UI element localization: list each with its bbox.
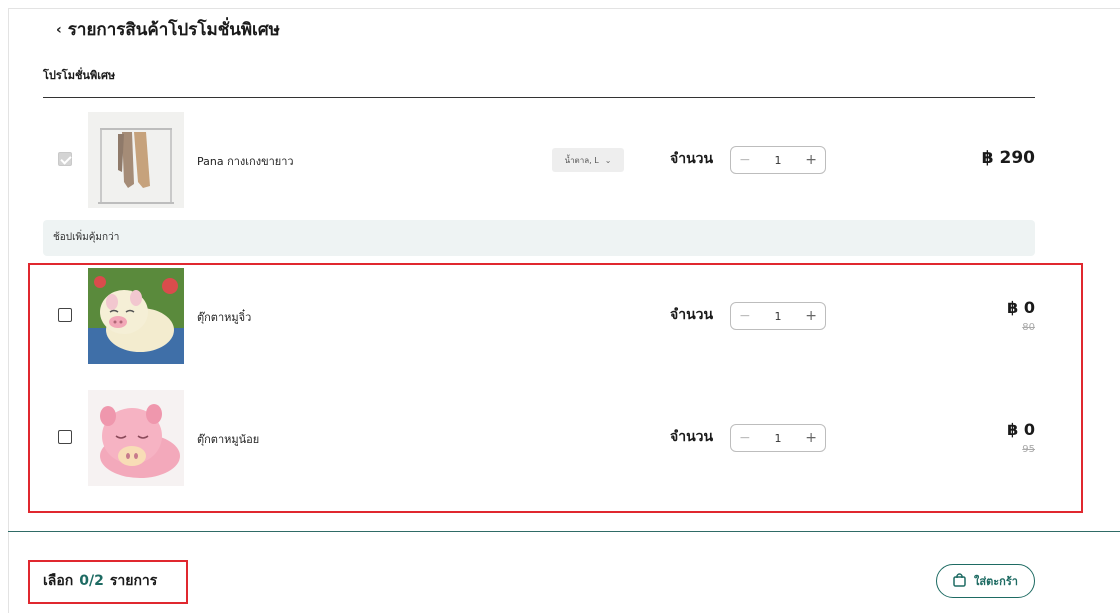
promo-item-original-price: 80 — [1022, 322, 1035, 333]
decrease-button[interactable]: − — [739, 152, 751, 168]
back-button[interactable]: ‹ รายการสินค้าโปรโมชั่นพิเศษ — [56, 16, 280, 43]
frame-left-border — [8, 8, 9, 613]
selected-count: 0/2 — [79, 573, 104, 589]
quantity-label: จำนวน — [670, 307, 714, 323]
footer-divider — [8, 531, 1120, 532]
chevron-left-icon: ‹ — [56, 21, 62, 38]
quantity-stepper: − 1 + — [730, 302, 826, 330]
quantity-stepper: − 1 + — [730, 424, 826, 452]
promo-item-price: ฿ 0 — [1007, 298, 1035, 317]
cart-button-label: ใส่ตะกร้า — [974, 575, 1018, 588]
promo-item-name: ตุ๊กตาหมูน้อย — [197, 433, 260, 446]
promo-item-row: ตุ๊กตาหมูจิ๋ว จำนวน − 1 + ฿ 0 80 — [43, 268, 1035, 364]
increase-button[interactable]: + — [805, 152, 817, 168]
promo-item-original-price: 95 — [1022, 444, 1035, 455]
quantity-value[interactable]: 1 — [775, 154, 782, 167]
shopping-bag-icon — [953, 572, 966, 590]
quantity-value[interactable]: 1 — [775, 310, 782, 323]
quantity-label: จำนวน — [670, 151, 714, 167]
promo-item-image — [88, 268, 184, 364]
selection-summary: เลือก 0/2 รายการ — [43, 570, 157, 592]
addon-bar: ช้อปเพิ่มคุ้มกว่า — [43, 220, 1035, 256]
promo-item-row: ตุ๊กตาหมูน้อย จำนวน − 1 + ฿ 0 95 — [43, 390, 1035, 486]
decrease-button[interactable]: − — [739, 430, 751, 446]
main-item-image — [88, 112, 184, 208]
items-label: รายการ — [109, 573, 158, 589]
variant-select[interactable]: น้ำตาล, L ⌄ — [552, 148, 624, 172]
promo-item-checkbox[interactable] — [58, 308, 72, 322]
variant-value: น้ำตาล, L — [564, 155, 599, 165]
promo-item-price: ฿ 0 — [1007, 420, 1035, 439]
main-item-name: Pana กางเกงขายาว — [197, 155, 294, 168]
add-to-cart-button[interactable]: ใส่ตะกร้า — [936, 564, 1035, 598]
frame-top-border — [8, 8, 1120, 9]
main-item-checkbox[interactable] — [58, 152, 72, 166]
main-item-row: Pana กางเกงขายาว น้ำตาล, L ⌄ จำนวน − 1 +… — [43, 112, 1035, 208]
select-label: เลือก — [43, 573, 74, 589]
quantity-value[interactable]: 1 — [775, 432, 782, 445]
quantity-label: จำนวน — [670, 429, 714, 445]
section-divider — [43, 97, 1035, 98]
increase-button[interactable]: + — [805, 430, 817, 446]
decrease-button[interactable]: − — [739, 308, 751, 324]
promo-item-name: ตุ๊กตาหมูจิ๋ว — [197, 311, 252, 324]
increase-button[interactable]: + — [805, 308, 817, 324]
chevron-down-icon: ⌄ — [604, 155, 612, 165]
section-label: โปรโมชั่นพิเศษ — [43, 69, 116, 82]
page-title: รายการสินค้าโปรโมชั่นพิเศษ — [67, 20, 280, 40]
quantity-stepper: − 1 + — [730, 146, 826, 174]
promo-item-checkbox[interactable] — [58, 430, 72, 444]
promo-item-image — [88, 390, 184, 486]
main-item-price: ฿ 290 — [981, 148, 1035, 168]
